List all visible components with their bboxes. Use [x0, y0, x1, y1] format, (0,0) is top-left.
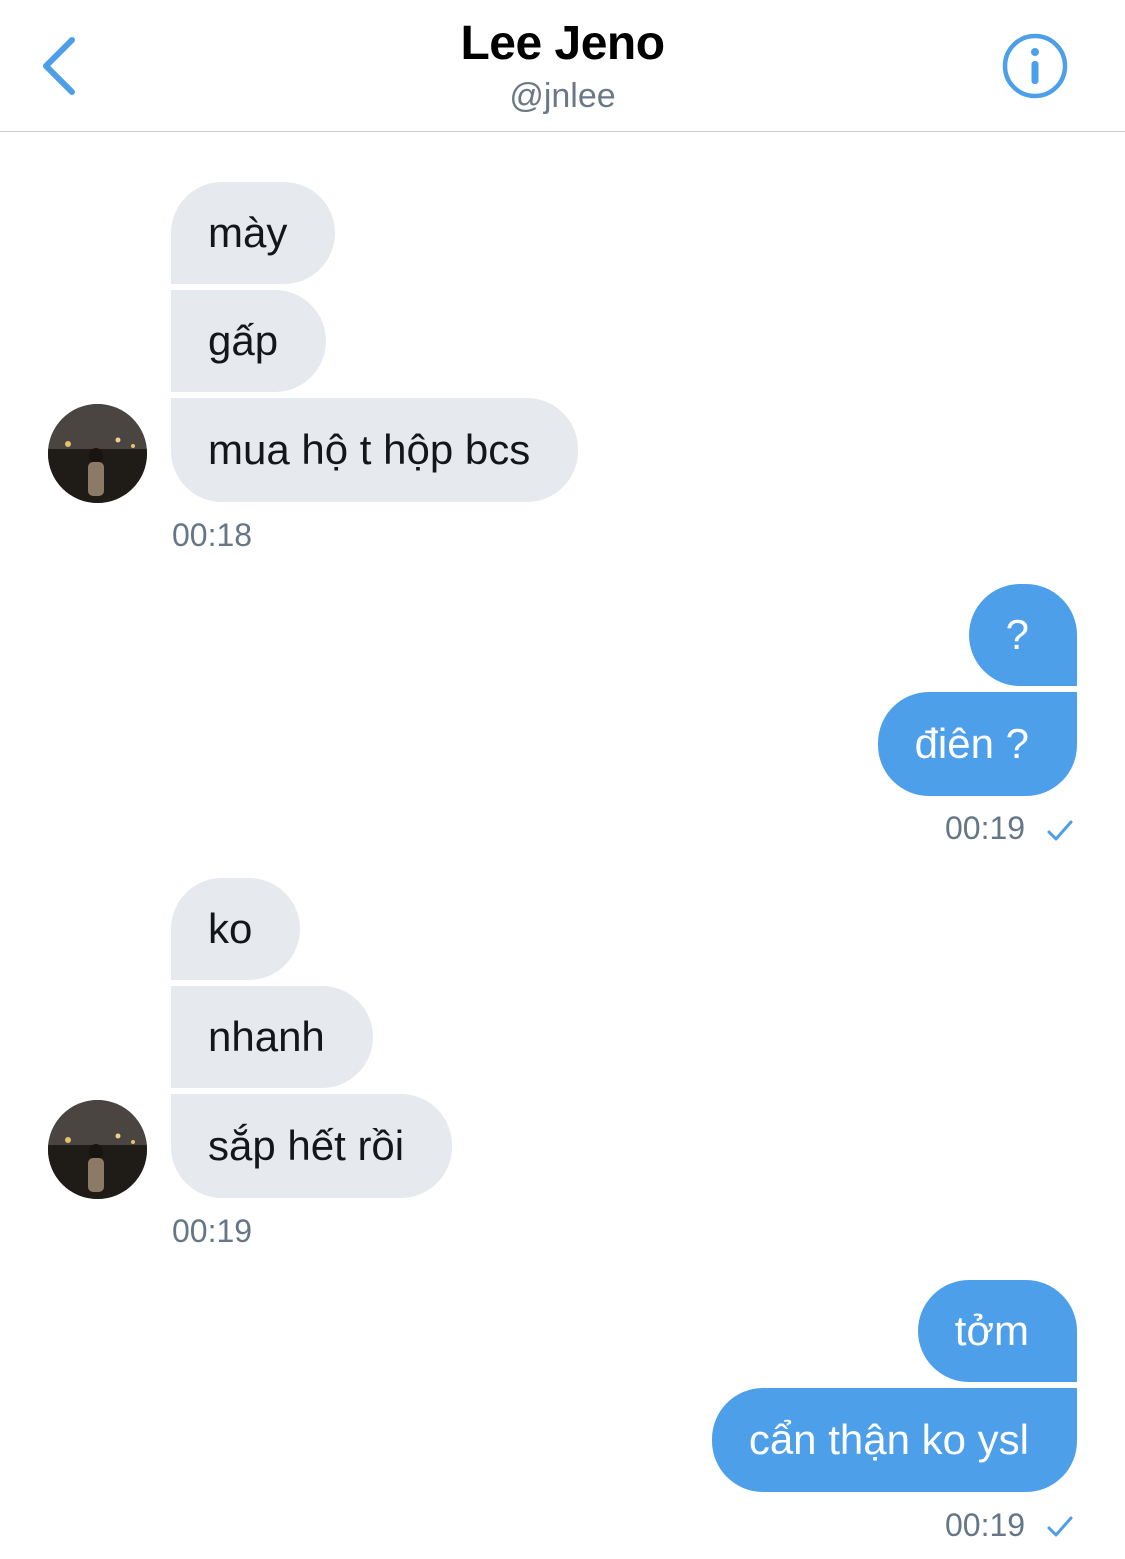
avatar[interactable] — [48, 404, 147, 503]
incoming-message[interactable]: gấp — [171, 290, 327, 392]
message-timestamp: 00:19 — [945, 810, 1026, 846]
checkmark-icon — [1047, 1516, 1073, 1537]
info-button[interactable] — [1001, 32, 1069, 100]
message-timestamp: 00:19 — [172, 1213, 253, 1249]
info-icon — [1002, 33, 1068, 99]
incoming-message[interactable]: mua hộ t hộp bcs — [171, 398, 579, 502]
message-timestamp: 00:18 — [172, 517, 253, 553]
outgoing-message[interactable]: ? — [968, 584, 1077, 686]
outgoing-message[interactable]: tởm — [917, 1280, 1077, 1382]
incoming-message[interactable]: ko — [171, 878, 301, 980]
incoming-message[interactable]: sắp hết rồi — [171, 1094, 453, 1198]
contact-handle: @jnlee — [509, 77, 616, 115]
contact-name: Lee Jeno — [460, 17, 665, 70]
incoming-message[interactable]: mày — [171, 182, 336, 284]
avatar[interactable] — [48, 1100, 147, 1199]
outgoing-message[interactable]: cẩn thận ko ysl — [711, 1388, 1077, 1492]
checkmark-icon — [1047, 820, 1073, 841]
outgoing-message[interactable]: điên ? — [877, 692, 1077, 796]
conversation-header: Lee Jeno @jnlee — [0, 0, 1125, 132]
message-timestamp: 00:19 — [945, 1507, 1026, 1543]
incoming-message[interactable]: nhanh — [171, 986, 373, 1088]
